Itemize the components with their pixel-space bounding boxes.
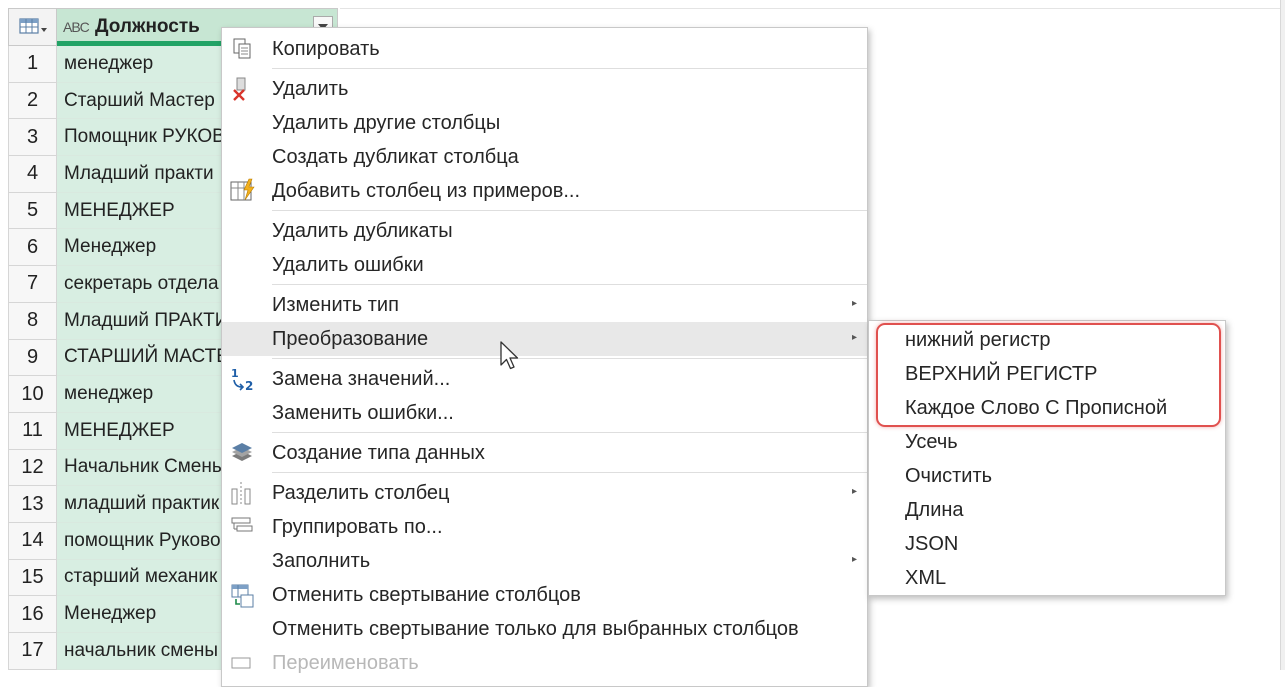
- menu-item-9[interactable]: Преобразование ▸: [222, 322, 867, 356]
- context-menu: Копировать Удалить Удалить другие столбцы С…: [221, 27, 868, 687]
- row-number[interactable]: 11: [8, 412, 57, 450]
- menu-separator: [272, 284, 867, 285]
- menu-item-label: Копировать: [272, 37, 380, 60]
- row-number[interactable]: 10: [8, 376, 57, 413]
- submenu-arrow-icon: ▸: [851, 486, 857, 497]
- submenu-arrow-icon: ▸: [851, 554, 857, 565]
- menu-item-label: Отменить свертывание столбцов: [272, 583, 581, 606]
- row-number[interactable]: 14: [8, 522, 57, 560]
- menu-item-2[interactable]: Удалить: [222, 72, 867, 106]
- row-number[interactable]: 1: [8, 46, 57, 83]
- row-number[interactable]: 4: [8, 156, 57, 193]
- submenu-item[interactable]: Длина: [905, 499, 964, 522]
- menu-item-label: Разделить столбец: [272, 481, 450, 504]
- table-icon: [18, 18, 47, 34]
- row-number[interactable]: 16: [8, 596, 57, 633]
- menu-item-label: Переименовать: [272, 651, 419, 674]
- group-by-icon: [231, 517, 253, 532]
- menu-item-label: Замена значений...: [272, 367, 451, 390]
- row-number[interactable]: 6: [8, 229, 57, 267]
- submenu-arrow-icon: ▸: [851, 332, 857, 343]
- menu-item-label: Удалить дубликаты: [272, 219, 453, 242]
- row-number[interactable]: 3: [8, 119, 57, 157]
- menu-item-10[interactable]: 1 2 Замена значений...: [222, 362, 867, 396]
- row-number[interactable]: 2: [8, 82, 57, 120]
- case-options-highlight: [876, 323, 1221, 427]
- menu-item-11[interactable]: Заменить ошибки...: [222, 396, 867, 430]
- copy-icon: [233, 38, 251, 59]
- text-type-icon[interactable]: ABC: [63, 19, 93, 35]
- rename-icon: [231, 657, 251, 669]
- menu-item-4[interactable]: Создать дубликат столбца: [222, 140, 867, 174]
- menu-separator: [272, 432, 867, 433]
- menu-item-label: Удалить: [272, 77, 349, 100]
- delete-column-icon: [233, 77, 246, 101]
- menu-item-label: Удалить ошибки: [272, 253, 424, 276]
- data-type-icon: [232, 443, 252, 461]
- menu-item-5[interactable]: Добавить столбец из примеров...: [222, 174, 867, 208]
- window-edge: [1280, 0, 1285, 670]
- menu-item-label: Преобразование: [272, 327, 429, 350]
- split-column-icon: [231, 482, 251, 505]
- row-number[interactable]: 13: [8, 486, 57, 523]
- menu-item-14[interactable]: Группировать по...: [222, 510, 867, 544]
- menu-item-label: Создание типа данных: [272, 441, 485, 464]
- menu-item-label: Заполнить: [272, 549, 371, 572]
- menu-item-3[interactable]: Удалить другие столбцы: [222, 106, 867, 140]
- column-from-examples-icon: [230, 178, 255, 201]
- row-number[interactable]: 8: [8, 302, 57, 340]
- menu-item-label: Удалить другие столбцы: [272, 111, 501, 134]
- menu-item-16[interactable]: Отменить свертывание столбцов: [222, 578, 867, 612]
- menu-item-1[interactable]: Копировать: [222, 32, 867, 66]
- top-border: [340, 0, 1281, 9]
- submenu-item[interactable]: Очистить: [905, 465, 992, 488]
- replace-values-icon: 12: [231, 367, 253, 392]
- unpivot-icon: [231, 584, 254, 608]
- row-number[interactable]: 12: [8, 449, 57, 487]
- row-number[interactable]: 17: [8, 633, 57, 670]
- row-number[interactable]: 9: [8, 339, 57, 377]
- menu-separator: [272, 210, 867, 211]
- menu-item-label: Создать дубликат столбца: [272, 145, 519, 168]
- column-title: Должность: [95, 16, 200, 37]
- menu-item-6[interactable]: Удалить дубликаты: [222, 214, 867, 248]
- row-number[interactable]: 5: [8, 192, 57, 230]
- submenu-item[interactable]: JSON: [905, 533, 958, 556]
- menu-separator: [272, 68, 867, 69]
- row-number[interactable]: 7: [8, 266, 57, 303]
- row-number[interactable]: 15: [8, 559, 57, 597]
- submenu-item[interactable]: XML: [905, 567, 946, 590]
- menu-item-13[interactable]: Разделить столбец ▸: [222, 476, 867, 510]
- menu-item-7[interactable]: Удалить ошибки: [222, 248, 867, 282]
- table-menu-button[interactable]: [8, 8, 57, 46]
- menu-item-label: Группировать по...: [272, 515, 443, 538]
- svg-text:2: 2: [245, 379, 253, 392]
- menu-item-label: Изменить тип: [272, 293, 399, 316]
- menu-item-label: Добавить столбец из примеров...: [272, 179, 581, 202]
- menu-item-18[interactable]: Переименовать: [222, 646, 867, 680]
- submenu-item[interactable]: Усечь: [905, 431, 958, 454]
- svg-text:1: 1: [231, 367, 239, 380]
- menu-separator: [272, 472, 867, 473]
- menu-item-15[interactable]: Заполнить ▸: [222, 544, 867, 578]
- menu-item-17[interactable]: Отменить свертывание только для выбранны…: [222, 612, 867, 646]
- menu-item-label: Заменить ошибки...: [272, 401, 454, 424]
- menu-separator: [272, 358, 867, 359]
- submenu-arrow-icon: ▸: [851, 298, 857, 309]
- menu-item-8[interactable]: Изменить тип ▸: [222, 288, 867, 322]
- menu-item-12[interactable]: Создание типа данных: [222, 436, 867, 470]
- mouse-cursor-icon: [500, 341, 519, 370]
- menu-item-label: Отменить свертывание только для выбранны…: [272, 617, 799, 640]
